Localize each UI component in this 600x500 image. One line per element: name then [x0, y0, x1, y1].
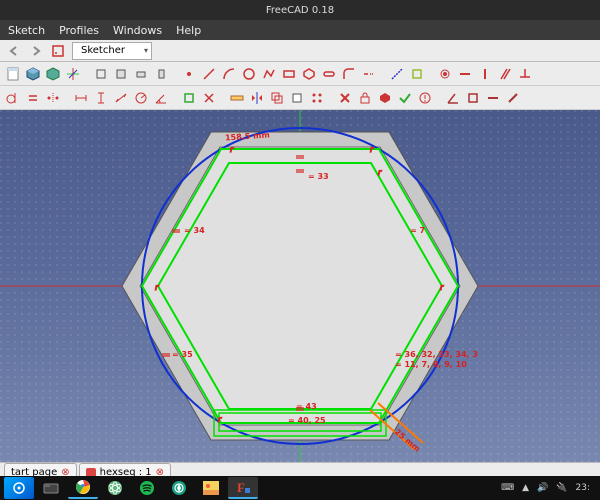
workbench-row: Sketcher [0, 40, 600, 62]
origin-button[interactable] [64, 65, 82, 83]
tray-clock[interactable]: 23: [576, 483, 590, 493]
measure-button[interactable] [228, 89, 246, 107]
select-dof-button[interactable] [180, 89, 198, 107]
taskbar-freecad[interactable]: F [228, 477, 258, 499]
dim-40-25: = 40, 25 [288, 416, 326, 425]
constraint-distance-button[interactable] [112, 89, 130, 107]
sketch-trim-button[interactable] [360, 65, 378, 83]
constraint-equal-button[interactable] [24, 89, 42, 107]
nav-back-button[interactable] [6, 43, 22, 59]
window-title: FreeCAD 0.18 [266, 5, 334, 16]
taskbar-image[interactable] [196, 477, 226, 499]
sketch-rect-button[interactable] [280, 65, 298, 83]
menu-windows[interactable]: Windows [113, 24, 162, 37]
mirror-button[interactable] [248, 89, 266, 107]
nav-forward-button[interactable] [28, 43, 44, 59]
view-top-button[interactable] [132, 65, 150, 83]
dim-group2: = 11, 7, 8, 9, 10 [395, 360, 467, 369]
angle-constraint-button[interactable] [444, 89, 462, 107]
toolbar-constraints [0, 86, 600, 110]
cube2-button[interactable] [44, 65, 62, 83]
constraint-block-button[interactable] [356, 89, 374, 107]
dim-35: = 35 [172, 350, 193, 359]
copy-button[interactable] [288, 89, 306, 107]
clone-button[interactable] [268, 89, 286, 107]
sketch-polyline-button[interactable] [260, 65, 278, 83]
sketch-polygon-button[interactable] [300, 65, 318, 83]
sketcher-icon[interactable] [50, 43, 66, 59]
constraint-vertical-button[interactable] [476, 65, 494, 83]
menu-sketch[interactable]: Sketch [8, 24, 45, 37]
tray-battery-icon[interactable]: 🔌 [556, 483, 567, 493]
geom-check-button[interactable] [416, 89, 434, 107]
constraint-perpendicular-button[interactable] [516, 65, 534, 83]
sketch-arc-button[interactable] [220, 65, 238, 83]
constraint-coincident-button[interactable] [436, 65, 454, 83]
constraint-angle-button[interactable] [152, 89, 170, 107]
dim-7: = 7 [410, 226, 425, 235]
taskbar-launcher[interactable] [4, 477, 34, 499]
constraint-symmetric-button[interactable] [44, 89, 62, 107]
workbench-selector[interactable]: Sketcher [72, 42, 152, 60]
toolbar-file-view [0, 62, 600, 86]
misc3-button[interactable] [504, 89, 522, 107]
tray-network-icon[interactable]: ▲ [522, 483, 529, 493]
dim-43: = 43 [296, 402, 317, 411]
view-right-button[interactable] [152, 65, 170, 83]
hex-button[interactable] [376, 89, 394, 107]
delete-constraint-button[interactable] [336, 89, 354, 107]
external-geom-button[interactable] [408, 65, 426, 83]
taskbar-shutter[interactable] [164, 477, 194, 499]
sketch-slot-button[interactable] [320, 65, 338, 83]
part-button[interactable] [24, 65, 42, 83]
svg-text:F: F [237, 480, 245, 495]
taskbar-spotify[interactable] [132, 477, 162, 499]
constraint-horizontal-button[interactable] [456, 65, 474, 83]
constraint-radius-button[interactable] [132, 89, 150, 107]
view-iso-button[interactable] [92, 65, 110, 83]
constraint-tangent-button[interactable] [4, 89, 22, 107]
validate-button[interactable] [396, 89, 414, 107]
os-taskbar: F ⌨ ▲ 🔊 🔌 23: [0, 476, 600, 500]
menu-help[interactable]: Help [176, 24, 201, 37]
close-sketch-button[interactable] [200, 89, 218, 107]
tray-volume-icon[interactable]: 🔊 [537, 483, 548, 493]
dim-group1: = 36, 32, 33, 34, 3 [395, 350, 478, 359]
tray-keyboard-icon[interactable]: ⌨ [501, 483, 514, 493]
dim-34: = 34 [184, 226, 205, 235]
menu-profiles[interactable]: Profiles [59, 24, 99, 37]
constraint-vdistance-button[interactable] [92, 89, 110, 107]
3d-viewport[interactable]: r r r r r r 158.5 mm = 33 = 34 = 35 = 7 … [0, 110, 600, 462]
menubar: Sketch Profiles Windows Help [0, 20, 600, 40]
taskbar-chrome[interactable] [68, 477, 98, 499]
sketch-circle-button[interactable] [240, 65, 258, 83]
misc1-button[interactable] [464, 89, 482, 107]
array-button[interactable] [308, 89, 326, 107]
sketch-fillet-button[interactable] [340, 65, 358, 83]
taskbar-files[interactable] [36, 477, 66, 499]
sketch-line-button[interactable] [200, 65, 218, 83]
constraint-parallel-button[interactable] [496, 65, 514, 83]
misc2-button[interactable] [484, 89, 502, 107]
taskbar-atom[interactable] [100, 477, 130, 499]
dim-33: = 33 [308, 172, 329, 181]
window-titlebar: FreeCAD 0.18 [0, 0, 600, 20]
new-doc-button[interactable] [4, 65, 22, 83]
view-front-button[interactable] [112, 65, 130, 83]
sketch-point-button[interactable] [180, 65, 198, 83]
toggle-construction-button[interactable] [388, 65, 406, 83]
constraint-hdistance-button[interactable] [72, 89, 90, 107]
